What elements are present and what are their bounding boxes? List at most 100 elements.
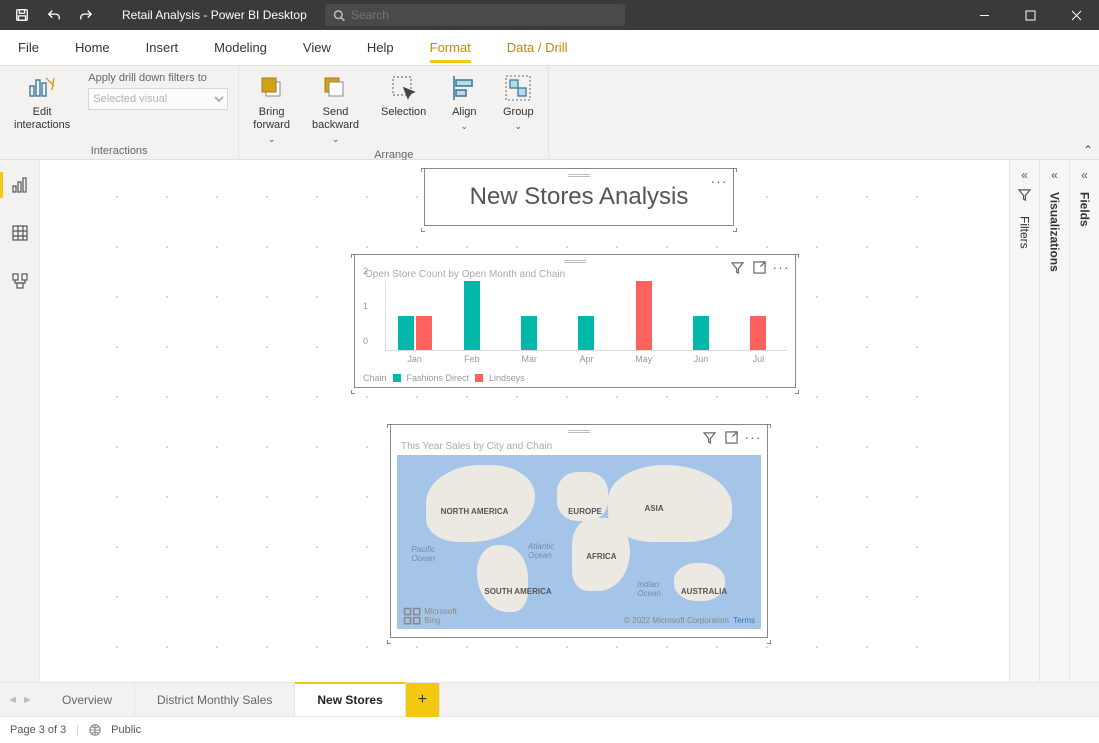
right-panes: « Filters « Visualizations « Fields bbox=[1009, 160, 1099, 682]
status-public: Public bbox=[111, 724, 141, 736]
ribbon-group-interactions: Edit interactions Apply drill down filte… bbox=[0, 66, 239, 159]
search-input[interactable] bbox=[351, 8, 617, 22]
visual-title-card[interactable]: ··· New Stores Analysis bbox=[424, 168, 734, 226]
edit-interactions-button[interactable]: Edit interactions bbox=[10, 70, 74, 134]
selection-button[interactable]: Selection bbox=[377, 70, 430, 121]
menu-home[interactable]: Home bbox=[57, 30, 128, 65]
ribbon-group-arrange: Bring forward⌄ Send backward⌄ Selection … bbox=[239, 66, 549, 159]
expand-icon[interactable]: « bbox=[1081, 168, 1088, 182]
page-tabs: ◄► Overview District Monthly Sales New S… bbox=[0, 682, 1099, 716]
resize-handle[interactable] bbox=[761, 631, 771, 641]
close-icon[interactable] bbox=[1053, 0, 1099, 30]
quick-access-toolbar bbox=[0, 1, 108, 29]
fields-pane[interactable]: « Fields bbox=[1069, 160, 1099, 682]
resize-handle[interactable] bbox=[421, 219, 431, 229]
visualizations-pane[interactable]: « Visualizations bbox=[1039, 160, 1069, 682]
chart-title: Open Store Count by Open Month and Chain bbox=[365, 269, 565, 280]
drag-handle-icon[interactable] bbox=[568, 173, 590, 179]
resize-handle[interactable] bbox=[761, 421, 771, 431]
report-view-icon[interactable] bbox=[0, 168, 40, 202]
drill-filter-control: Apply drill down filters to Selected vis… bbox=[88, 70, 228, 110]
visual-map[interactable]: ··· This Year Sales by City and Chain NO… bbox=[390, 424, 768, 638]
app-title: Retail Analysis - Power BI Desktop bbox=[108, 8, 321, 22]
map-terms-link[interactable]: Terms bbox=[733, 616, 755, 625]
page-tab-district[interactable]: District Monthly Sales bbox=[135, 683, 295, 717]
ribbon: Edit interactions Apply drill down filte… bbox=[0, 66, 1099, 160]
menu-modeling[interactable]: Modeling bbox=[196, 30, 285, 65]
minimize-icon[interactable] bbox=[961, 0, 1007, 30]
add-page-button[interactable]: + bbox=[406, 683, 440, 717]
search-icon bbox=[333, 9, 345, 22]
menu-view[interactable]: View bbox=[285, 30, 349, 65]
focus-mode-icon[interactable] bbox=[751, 259, 767, 275]
expand-icon[interactable]: « bbox=[1051, 168, 1058, 182]
selection-icon bbox=[388, 72, 420, 104]
globe-icon bbox=[89, 724, 101, 736]
page-nav[interactable]: ◄► bbox=[0, 694, 40, 706]
map-title: This Year Sales by City and Chain bbox=[401, 441, 552, 452]
resize-handle[interactable] bbox=[351, 381, 361, 391]
search-box[interactable] bbox=[325, 4, 625, 26]
more-options-icon[interactable]: ··· bbox=[773, 259, 789, 275]
menu-bar: File Home Insert Modeling View Help Form… bbox=[0, 30, 1099, 66]
menu-insert[interactable]: Insert bbox=[128, 30, 197, 65]
align-icon bbox=[448, 72, 480, 104]
filters-pane[interactable]: « Filters bbox=[1009, 160, 1039, 682]
filter-icon[interactable] bbox=[701, 429, 717, 445]
resize-handle[interactable] bbox=[421, 165, 431, 175]
send-backward-icon bbox=[319, 72, 351, 104]
filter-icon[interactable] bbox=[729, 259, 745, 275]
resize-handle[interactable] bbox=[789, 251, 799, 261]
chart-plot-area: 012 JanFebMarAprMayJunJul bbox=[363, 281, 787, 365]
undo-icon[interactable] bbox=[40, 1, 68, 29]
map-body[interactable]: NORTH AMERICA SOUTH AMERICA EUROPE AFRIC… bbox=[397, 455, 761, 629]
resize-handle[interactable] bbox=[351, 251, 361, 261]
drag-handle-icon[interactable] bbox=[568, 429, 590, 435]
title-bar: Retail Analysis - Power BI Desktop bbox=[0, 0, 1099, 30]
status-bar: Page 3 of 3 | Public bbox=[0, 716, 1099, 743]
menu-data-drill[interactable]: Data / Drill bbox=[489, 30, 586, 65]
expand-icon[interactable]: « bbox=[1021, 168, 1028, 182]
align-button[interactable]: Align⌄ bbox=[444, 70, 484, 134]
chart-legend: Chain Fashions Direct Lindseys bbox=[363, 373, 525, 383]
visual-bar-chart[interactable]: ··· Open Store Count by Open Month and C… bbox=[354, 254, 796, 388]
data-view-icon[interactable] bbox=[0, 216, 40, 250]
filter-icon bbox=[1018, 188, 1031, 206]
group-button[interactable]: Group⌄ bbox=[498, 70, 538, 134]
maximize-icon[interactable] bbox=[1007, 0, 1053, 30]
map-attribution: Microsoft Bing bbox=[403, 607, 457, 625]
resize-handle[interactable] bbox=[727, 165, 737, 175]
edit-interactions-icon bbox=[26, 72, 58, 104]
next-page-icon[interactable]: ► bbox=[22, 694, 33, 706]
resize-handle[interactable] bbox=[789, 381, 799, 391]
drag-handle-icon[interactable] bbox=[564, 259, 586, 265]
redo-icon[interactable] bbox=[72, 1, 100, 29]
more-options-icon[interactable]: ··· bbox=[745, 429, 761, 445]
save-icon[interactable] bbox=[8, 1, 36, 29]
ribbon-collapse-icon[interactable]: ⌃ bbox=[1083, 143, 1093, 157]
resize-handle[interactable] bbox=[387, 631, 397, 641]
drill-filter-label: Apply drill down filters to bbox=[88, 72, 228, 84]
map-copyright: © 2022 Microsoft Corporation Terms bbox=[624, 616, 755, 625]
send-backward-button[interactable]: Send backward⌄ bbox=[308, 70, 363, 147]
window-controls bbox=[961, 0, 1099, 30]
resize-handle[interactable] bbox=[387, 421, 397, 431]
status-page: Page 3 of 3 bbox=[10, 724, 66, 736]
prev-page-icon[interactable]: ◄ bbox=[7, 694, 18, 706]
resize-handle[interactable] bbox=[727, 219, 737, 229]
model-view-icon[interactable] bbox=[0, 264, 40, 298]
page-tab-overview[interactable]: Overview bbox=[40, 683, 135, 717]
ribbon-group-label-arrange: Arrange bbox=[249, 147, 538, 161]
menu-file[interactable]: File bbox=[0, 30, 57, 65]
more-options-icon[interactable]: ··· bbox=[711, 173, 727, 189]
group-icon bbox=[502, 72, 534, 104]
focus-mode-icon[interactable] bbox=[723, 429, 739, 445]
view-switcher bbox=[0, 160, 40, 682]
bring-forward-icon bbox=[256, 72, 288, 104]
menu-help[interactable]: Help bbox=[349, 30, 412, 65]
page-tab-newstores[interactable]: New Stores bbox=[295, 682, 405, 716]
report-canvas[interactable]: ··· New Stores Analysis ··· Open Store C… bbox=[40, 160, 1009, 682]
menu-format[interactable]: Format bbox=[412, 30, 489, 65]
drill-filter-select[interactable]: Selected visual bbox=[88, 88, 228, 110]
bring-forward-button[interactable]: Bring forward⌄ bbox=[249, 70, 294, 147]
